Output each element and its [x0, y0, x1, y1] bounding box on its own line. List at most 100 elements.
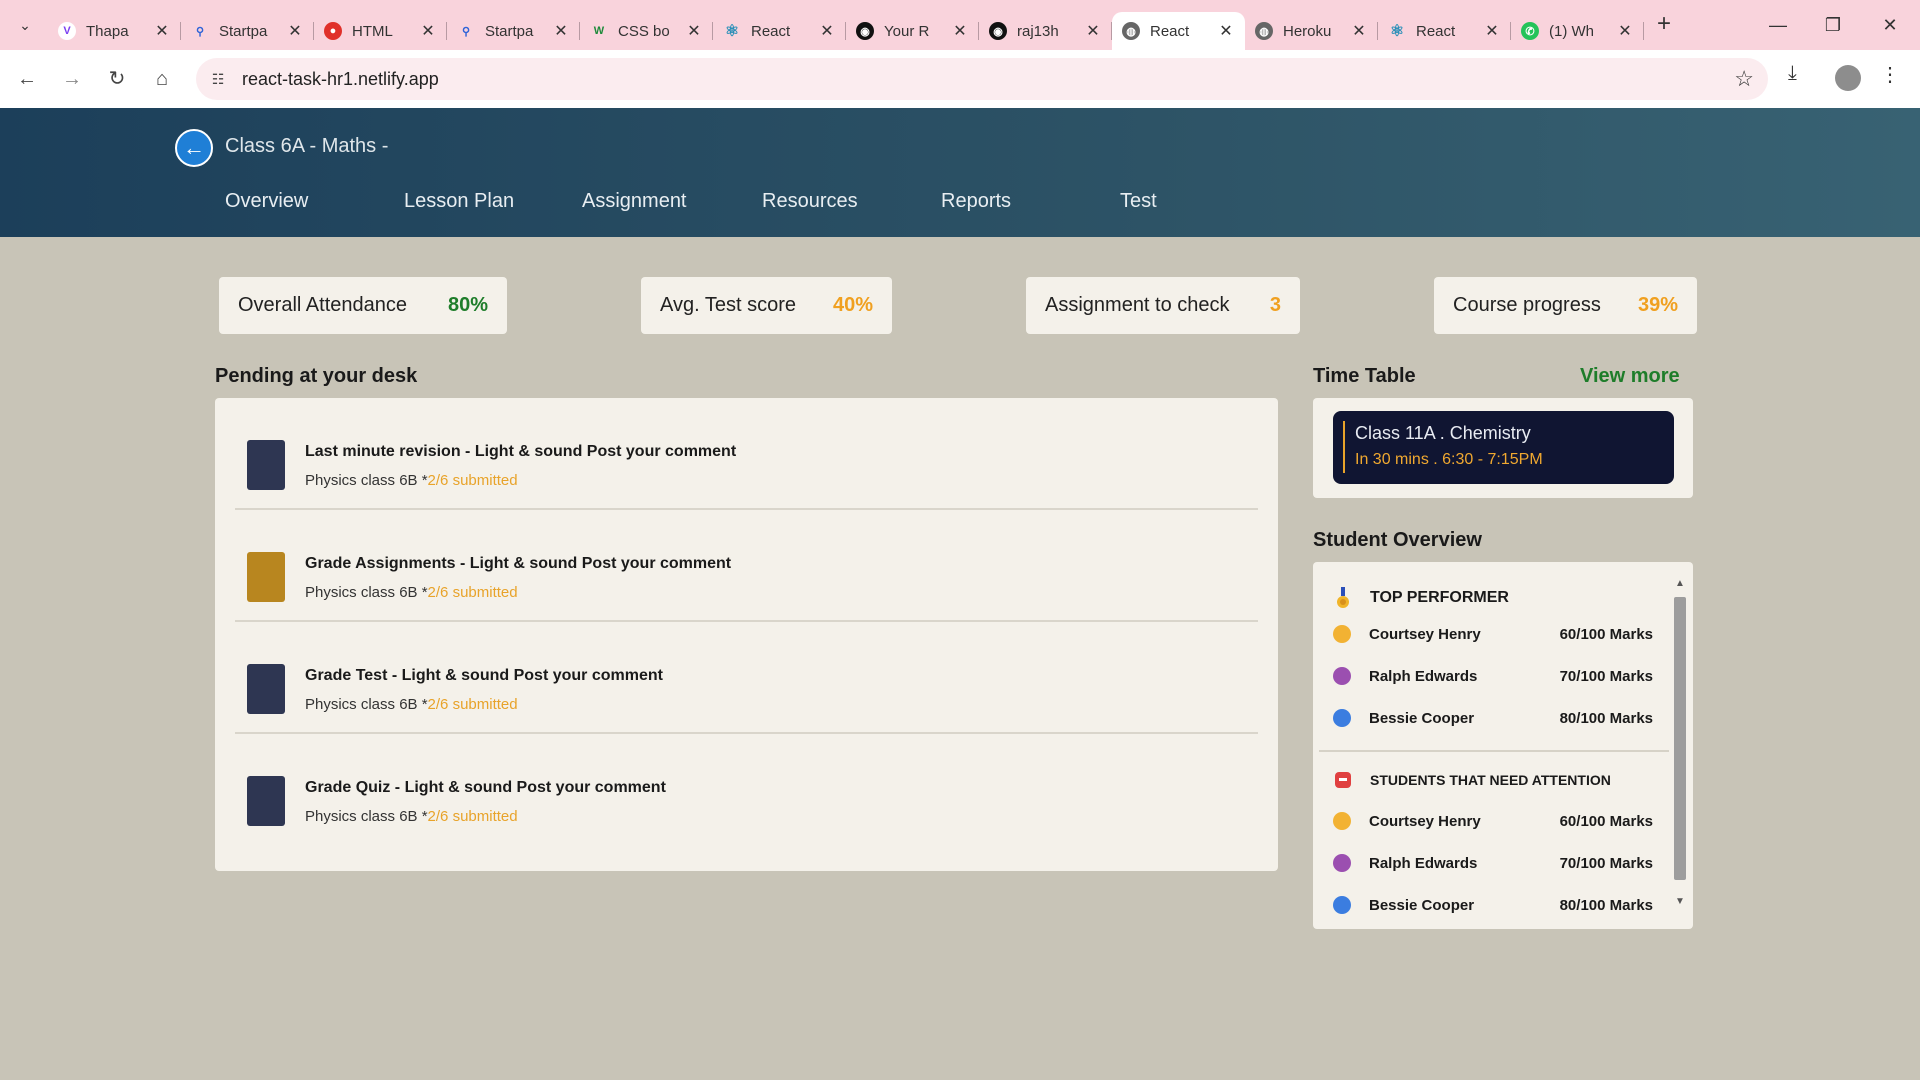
stat-label: Overall Attendance: [238, 294, 407, 316]
list-item[interactable]: Ralph Edwards 70/100 Marks: [1333, 664, 1653, 688]
browser-tab[interactable]: V Thapa ✕: [48, 12, 181, 50]
avatar: [1333, 812, 1351, 830]
stat-label: Course progress: [1453, 294, 1601, 316]
task-status: 2/6 submitted: [427, 696, 518, 713]
browser-tab-active[interactable]: ◍ React ✕: [1112, 12, 1245, 50]
star-icon[interactable]: ☆: [1734, 66, 1754, 92]
list-item[interactable]: Courtsey Henry 60/100 Marks: [1333, 622, 1653, 646]
stat-label: Assignment to check: [1045, 294, 1230, 316]
tab-reports[interactable]: Reports: [941, 190, 1011, 213]
arrow-left-icon[interactable]: ←: [175, 129, 213, 167]
alert-icon: [1333, 770, 1353, 790]
avatar: [1333, 896, 1351, 914]
close-icon[interactable]: ✕: [1870, 8, 1910, 42]
browser-tab[interactable]: ◉ raj13h ✕: [979, 12, 1112, 50]
list-item[interactable]: Courtsey Henry 60/100 Marks: [1333, 809, 1653, 833]
url-text[interactable]: react-task-hr1.netlify.app: [242, 69, 439, 90]
stat-label: Avg. Test score: [660, 294, 796, 316]
browser-tab[interactable]: W CSS bo ✕: [580, 12, 713, 50]
close-icon[interactable]: ✕: [818, 21, 836, 41]
github-icon: ◉: [989, 22, 1007, 40]
task-icon: [247, 664, 285, 714]
w3schools-icon: W: [593, 25, 605, 37]
timetable-card: Class 11A . Chemistry In 30 mins . 6:30 …: [1313, 398, 1693, 498]
task-status: 2/6 submitted: [427, 584, 518, 601]
close-icon[interactable]: ✕: [153, 21, 171, 41]
chevron-down-icon[interactable]: ⌄: [12, 12, 38, 38]
browser-tab[interactable]: ✆ (1) Wh ✕: [1511, 12, 1644, 50]
avatar[interactable]: [1835, 65, 1861, 91]
tab-overview[interactable]: Overview: [225, 190, 308, 213]
app-header: ← Class 6A - Maths - Overview Lesson Pla…: [0, 108, 1920, 237]
timetable-title: Time Table: [1313, 365, 1416, 387]
browser-tab-bar: ⌄ V Thapa ✕ ⚲ Startpa ✕ ● HTML ✕ ⚲ Start…: [0, 0, 1920, 50]
vite-icon: V: [58, 22, 76, 40]
task-class: Physics class 6B *: [305, 696, 428, 713]
list-item[interactable]: Last minute revision - Light & sound Pos…: [235, 398, 1258, 510]
task-class: Physics class 6B *: [305, 584, 428, 601]
browser-tab[interactable]: ⚲ Startpa ✕: [181, 12, 314, 50]
minimize-icon[interactable]: —: [1758, 8, 1798, 42]
view-more-link[interactable]: View more: [1580, 365, 1680, 388]
list-item[interactable]: Bessie Cooper 80/100 Marks: [1333, 893, 1653, 917]
close-icon[interactable]: ✕: [951, 21, 969, 41]
restore-icon[interactable]: ❐: [1813, 8, 1853, 42]
student-marks: 70/100 Marks: [1559, 667, 1653, 685]
student-marks: 70/100 Marks: [1559, 854, 1653, 872]
browser-tab[interactable]: ◉ Your R ✕: [846, 12, 979, 50]
tab-title: Startpa: [485, 22, 534, 40]
kebab-icon[interactable]: ⋮: [1880, 62, 1900, 87]
list-item[interactable]: Ralph Edwards 70/100 Marks: [1333, 851, 1653, 875]
plus-icon[interactable]: +: [1650, 10, 1678, 38]
avatar: [1333, 709, 1351, 727]
tune-icon[interactable]: ☷: [206, 67, 230, 91]
close-icon[interactable]: ✕: [1084, 21, 1102, 41]
close-icon[interactable]: ✕: [1483, 21, 1501, 41]
student-name: Bessie Cooper: [1369, 709, 1475, 727]
scroll-down-icon[interactable]: ▼: [1674, 896, 1686, 907]
close-icon[interactable]: ✕: [419, 21, 437, 41]
close-icon[interactable]: ✕: [1350, 21, 1368, 41]
browser-tab[interactable]: ⚲ Startpa ✕: [447, 12, 580, 50]
close-icon[interactable]: ✕: [286, 21, 304, 41]
browser-tab[interactable]: ⚛ React ✕: [713, 12, 846, 50]
list-item[interactable]: Grade Assignments - Light & sound Post y…: [235, 510, 1258, 622]
scrollbar-thumb[interactable]: [1674, 597, 1686, 880]
tab-assignment[interactable]: Assignment: [582, 190, 687, 213]
address-bar[interactable]: ☷ react-task-hr1.netlify.app ☆: [196, 58, 1768, 100]
browser-tab[interactable]: ⚛ React ✕: [1378, 12, 1511, 50]
home-icon[interactable]: ⌂: [145, 62, 179, 96]
task-subtitle: Physics class 6B *2/6 submitted: [305, 696, 518, 713]
tab-test[interactable]: Test: [1120, 190, 1157, 213]
whatsapp-icon: ✆: [1521, 22, 1539, 40]
student-name: Bessie Cooper: [1369, 896, 1475, 914]
download-icon[interactable]: ⤓: [1788, 62, 1797, 85]
browser-tab[interactable]: ● HTML ✕: [314, 12, 447, 50]
close-icon[interactable]: ✕: [1616, 21, 1634, 41]
close-icon[interactable]: ✕: [685, 21, 703, 41]
task-icon: [247, 776, 285, 826]
list-item[interactable]: Grade Test - Light & sound Post your com…: [235, 622, 1258, 734]
scroll-up-icon[interactable]: ▲: [1674, 578, 1686, 589]
pending-list: Last minute revision - Light & sound Pos…: [215, 398, 1278, 871]
github-icon: ◉: [856, 22, 874, 40]
tab-title: React: [751, 22, 791, 40]
close-icon[interactable]: ✕: [1217, 21, 1235, 41]
reload-icon[interactable]: ↻: [100, 62, 134, 96]
task-title: Last minute revision - Light & sound Pos…: [305, 443, 737, 460]
student-marks: 60/100 Marks: [1559, 812, 1653, 830]
arrow-left-icon[interactable]: ←: [10, 62, 44, 96]
tab-lesson-plan[interactable]: Lesson Plan: [404, 190, 514, 213]
browser-tab[interactable]: ◍ Heroku ✕: [1245, 12, 1378, 50]
browser-toolbar: ← → ↻ ⌂ ☷ react-task-hr1.netlify.app ☆ ⤓…: [0, 50, 1920, 108]
search-icon: ⚲: [195, 25, 205, 38]
close-icon[interactable]: ✕: [552, 21, 570, 41]
list-item[interactable]: Grade Quiz - Light & sound Post your com…: [235, 734, 1258, 846]
timetable-entry[interactable]: Class 11A . Chemistry In 30 mins . 6:30 …: [1333, 411, 1674, 484]
timetable-accent-bar: [1343, 421, 1345, 473]
arrow-right-icon[interactable]: →: [55, 62, 89, 96]
list-item[interactable]: Bessie Cooper 80/100 Marks: [1333, 706, 1653, 730]
tab-resources[interactable]: Resources: [762, 190, 858, 213]
react-icon: ⚛: [1389, 23, 1405, 40]
pending-section-title: Pending at your desk: [215, 365, 418, 387]
